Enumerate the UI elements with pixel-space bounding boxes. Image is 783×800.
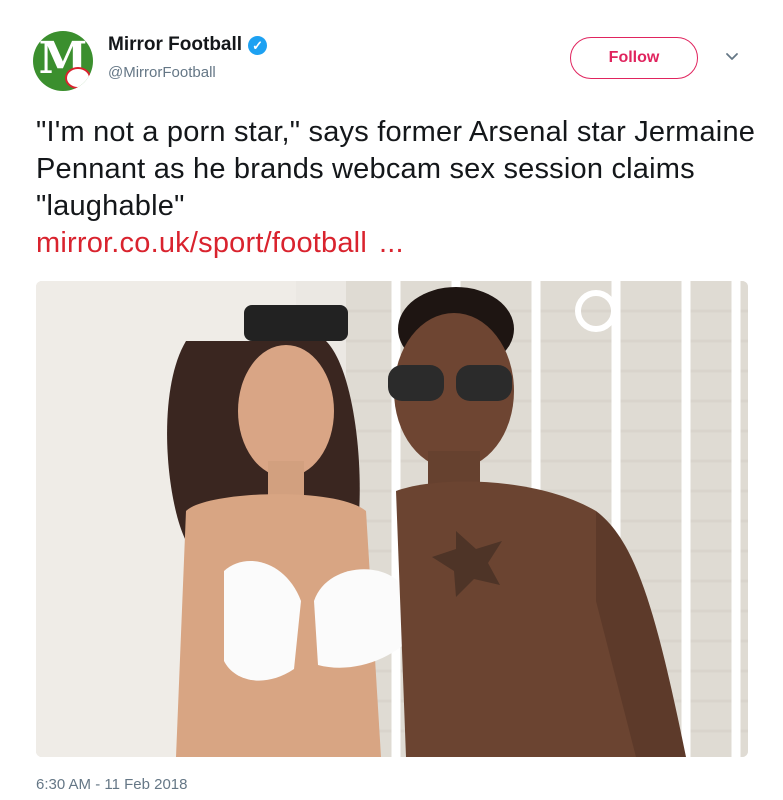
article-link-text: mirror.co.uk/sport/football	[36, 227, 367, 259]
tweet-timestamp[interactable]: 6:30 AM - 11 Feb 2018	[36, 776, 188, 793]
avatar[interactable]: M	[33, 31, 93, 91]
football-icon	[65, 67, 91, 89]
article-link[interactable]: mirror.co.uk/sport/football...	[36, 227, 404, 259]
author-display-name[interactable]: Mirror Football	[108, 34, 242, 56]
tweet-text-block: "I'm not a porn star," says former Arsen…	[36, 114, 756, 262]
tweet-text: "I'm not a porn star," says former Arsen…	[36, 116, 756, 222]
photo-illustration	[36, 281, 748, 757]
chevron-down-icon[interactable]	[724, 48, 740, 64]
author-name-row: Mirror Football ✓	[108, 34, 268, 56]
tweet-photo[interactable]	[36, 281, 748, 757]
verified-badge-icon: ✓	[248, 35, 268, 55]
follow-button[interactable]: Follow	[570, 37, 698, 79]
author-handle[interactable]: @MirrorFootball	[108, 64, 216, 81]
article-link-ellipsis: ...	[378, 227, 404, 259]
